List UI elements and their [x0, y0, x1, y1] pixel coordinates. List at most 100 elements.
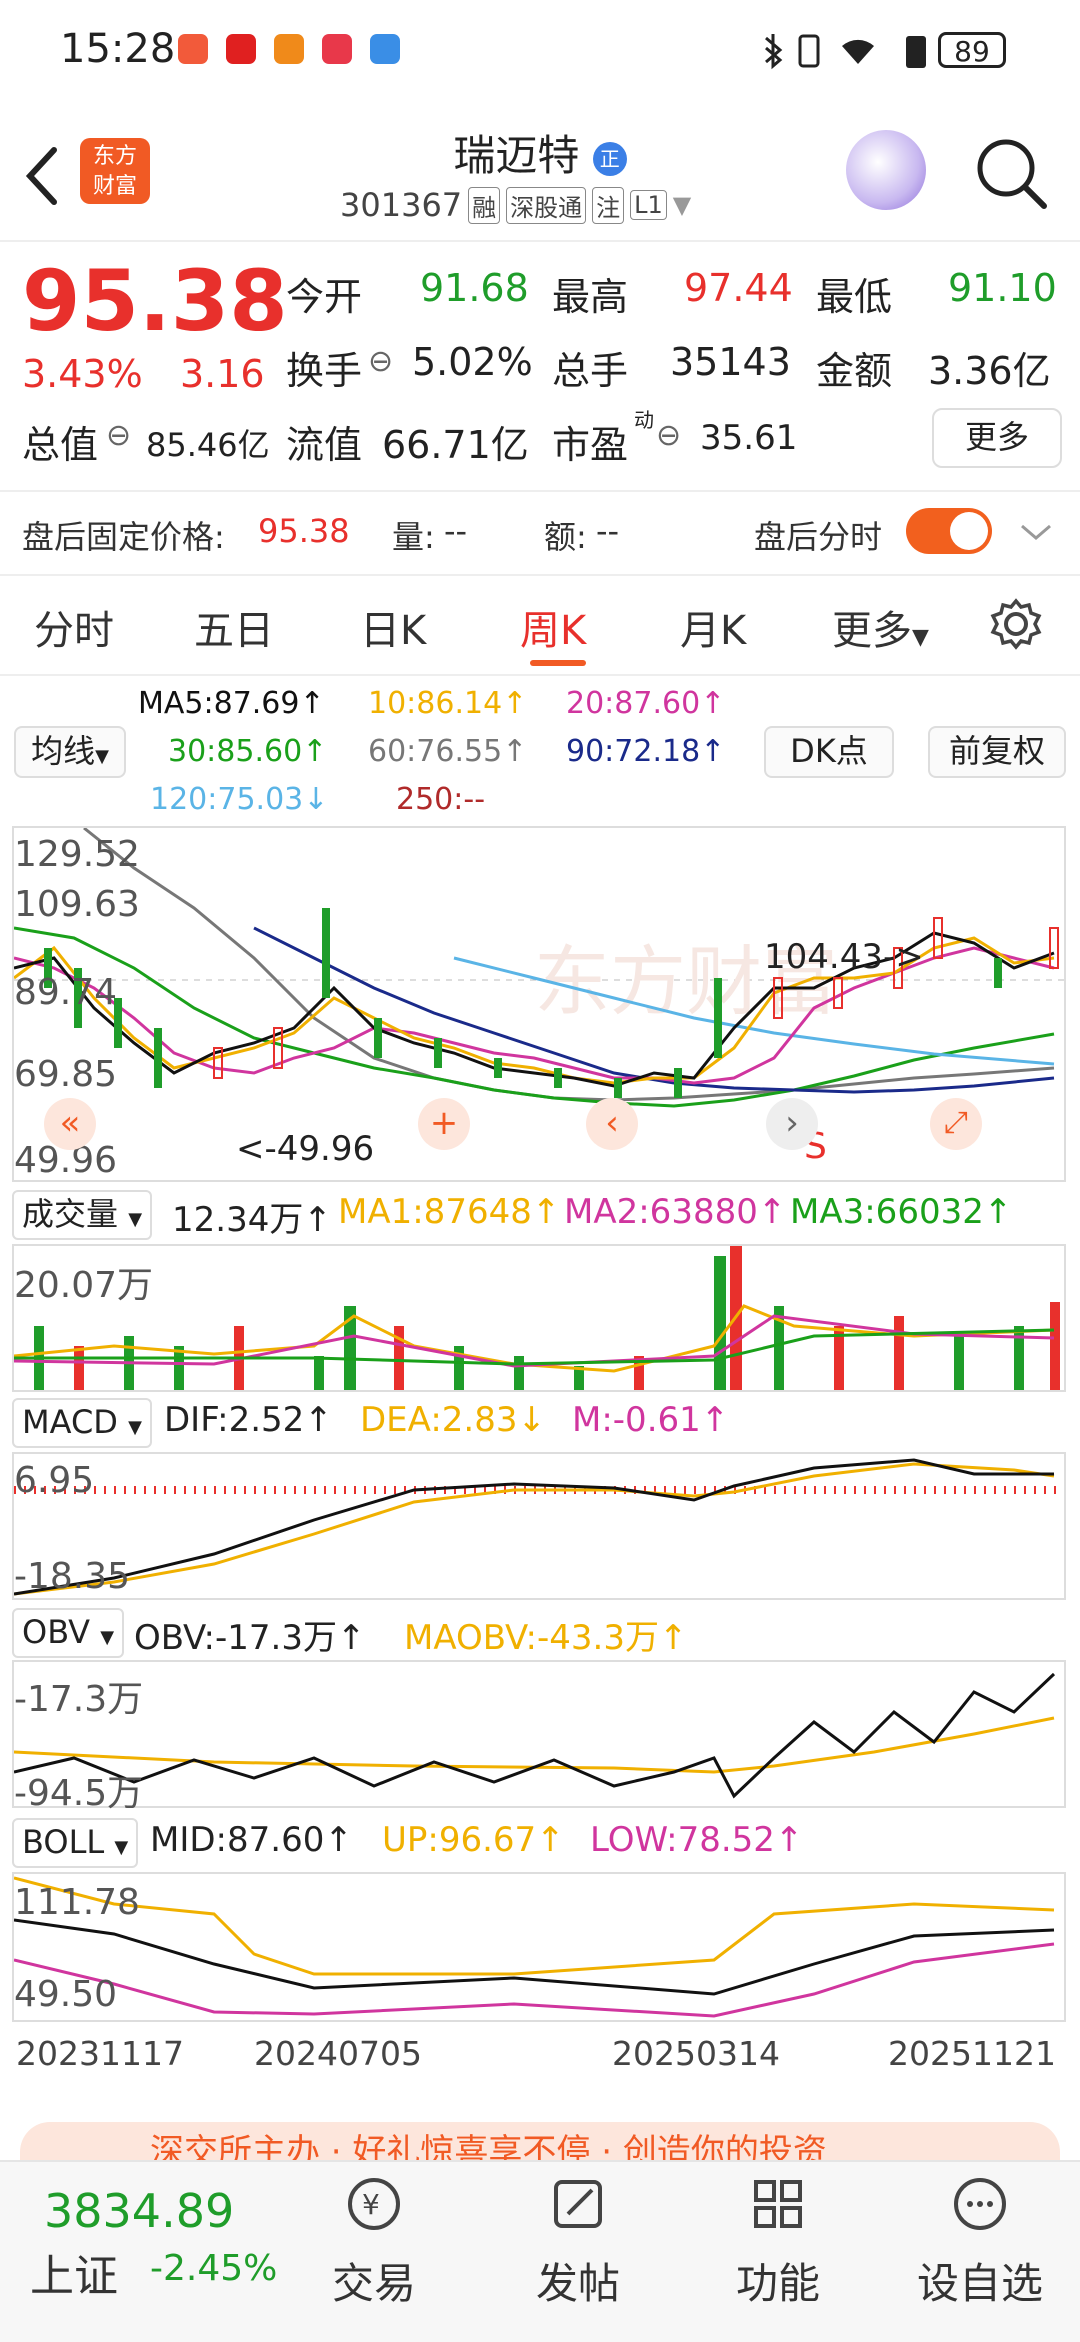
- tab-monthly-k[interactable]: 月K: [680, 598, 746, 656]
- more-dots-icon: [954, 2178, 1006, 2230]
- trade-icon: ¥: [348, 2178, 400, 2230]
- volume-panel[interactable]: 20.07万: [12, 1244, 1066, 1392]
- search-icon[interactable]: [974, 136, 1050, 212]
- info-icon[interactable]: ⊖: [656, 418, 681, 453]
- candle: [994, 958, 1002, 988]
- ma120-value: 120:75.03↓: [150, 782, 329, 817]
- dk-point-button[interactable]: DK点: [764, 726, 894, 778]
- edit-icon: [554, 2180, 602, 2228]
- tab-five-day[interactable]: 五日: [194, 598, 274, 656]
- chevron-down-icon[interactable]: [1018, 520, 1054, 544]
- active-tab-indicator: [530, 660, 586, 666]
- volume-current: 12.34万↑: [172, 1200, 332, 1240]
- boll-axis-top: 111.78: [14, 1882, 140, 1923]
- candle: [494, 1058, 502, 1078]
- nav-add-watchlist[interactable]: 设自选: [910, 2174, 1050, 2311]
- float-value: 66.71亿: [382, 423, 529, 467]
- candle: [322, 908, 330, 998]
- grid-icon: [754, 2180, 802, 2228]
- y-axis-label: 109.63: [14, 884, 140, 925]
- tab-intraday[interactable]: 分时: [34, 598, 114, 656]
- more-button[interactable]: 更多: [932, 408, 1062, 468]
- pe-value: 35.61: [700, 418, 798, 458]
- after-hours-amt: --: [596, 512, 620, 550]
- macd-axis-bottom: -18.35: [14, 1556, 131, 1597]
- date-label: 20240705: [254, 2034, 422, 2073]
- info-icon[interactable]: ⊖: [368, 344, 393, 379]
- obv-chart: [14, 1672, 1056, 1799]
- obv-selector[interactable]: OBV ▼: [12, 1608, 125, 1658]
- settings-gear-icon[interactable]: [990, 598, 1042, 650]
- verified-badge-icon: 正: [592, 141, 627, 176]
- index-name[interactable]: 上证: [30, 2240, 118, 2304]
- tab-weekly-k[interactable]: 周K: [520, 598, 586, 656]
- open-value: 91.68: [420, 266, 529, 310]
- volume-chart: [14, 1246, 1060, 1390]
- y-axis-label: 89.74: [14, 972, 118, 1013]
- volume-ma1: MA1:87648↑: [338, 1192, 561, 1232]
- battery-indicator: 89: [938, 32, 1006, 68]
- after-hours-toggle[interactable]: [906, 508, 992, 554]
- chevron-down-icon[interactable]: ▼: [673, 191, 691, 219]
- turnover-value: 5.02%: [412, 340, 533, 384]
- float-label: 流值: [286, 423, 363, 467]
- stock-code: 301367: [340, 186, 463, 224]
- boll-selector[interactable]: BOLL ▼: [12, 1818, 139, 1868]
- fullscreen-icon[interactable]: ⤢: [930, 1098, 982, 1150]
- open-label: 今开: [286, 275, 363, 319]
- ma90-value: 90:72.18↑: [566, 734, 726, 769]
- candle: [374, 1018, 382, 1058]
- high-value: 97.44: [684, 266, 793, 310]
- robot-assistant-icon[interactable]: [846, 130, 926, 210]
- obv-line: [14, 1672, 1056, 1799]
- macd-dea: DEA:2.83↓: [360, 1400, 546, 1440]
- amount-label: 金额: [816, 349, 893, 393]
- boll-up-line: [14, 1876, 1055, 1976]
- adjust-button[interactable]: 前复权: [928, 726, 1066, 778]
- nav-function[interactable]: 功能: [708, 2174, 848, 2311]
- chevron-left-icon[interactable]: ‹: [586, 1098, 638, 1150]
- pe-superscript: 动: [634, 408, 654, 432]
- after-hours-amt-label: 额:: [544, 518, 587, 556]
- volume-bars: [34, 1246, 1060, 1390]
- ma-selector[interactable]: 均线▼: [14, 726, 126, 778]
- boll-panel[interactable]: 111.78 49.50: [12, 1872, 1066, 2022]
- tab-more[interactable]: 更多▼: [832, 598, 929, 656]
- app-notification-icon: [178, 34, 208, 64]
- index-value[interactable]: 3834.89: [44, 2184, 234, 2238]
- volume-selector[interactable]: 成交量 ▼: [12, 1190, 153, 1240]
- nav-trade[interactable]: ¥ 交易: [304, 2174, 444, 2311]
- tag-margin: 融: [468, 186, 501, 224]
- ma30-value: 30:85.60↑: [168, 734, 328, 769]
- macd-panel[interactable]: 6.95 -18.35: [12, 1452, 1066, 1600]
- zoom-in-icon[interactable]: +: [418, 1098, 470, 1150]
- candle: [674, 1068, 682, 1098]
- obv-panel[interactable]: -17.3万 -94.5万: [12, 1660, 1066, 1814]
- ma60-value: 60:76.55↑: [368, 734, 528, 769]
- volume-ma3: MA3:66032↑: [790, 1192, 1013, 1232]
- macd-dif: DIF:2.52↑: [164, 1400, 333, 1440]
- kline-chart[interactable]: 东方财富 104.43-> <-49.96 S: [14, 828, 1064, 1180]
- status-bar: 15:28 89: [0, 0, 1080, 100]
- macd-selector[interactable]: MACD ▼: [12, 1398, 152, 1448]
- tag-level[interactable]: L1: [630, 190, 667, 220]
- tab-daily-k[interactable]: 日K: [360, 598, 426, 656]
- chevron-right-icon[interactable]: ›: [766, 1098, 818, 1150]
- after-hours-vol-label: 量:: [392, 518, 435, 556]
- tag-connect: 深股通: [506, 186, 587, 224]
- boll-chart: [14, 1876, 1055, 2018]
- macd-m: M:-0.61↑: [572, 1400, 730, 1440]
- info-icon[interactable]: ⊖: [106, 418, 131, 453]
- high-annotation: 104.43->: [764, 937, 924, 977]
- kline-panel[interactable]: 东方财富 104.43-> <-49.96 S 129.52 109.63 89…: [12, 826, 1066, 1182]
- scroll-left-icon[interactable]: «: [44, 1098, 96, 1150]
- ma20-value: 20:87.60↑: [566, 686, 726, 721]
- pe-label: 市盈: [552, 423, 629, 467]
- boll-axis-bottom: 49.50: [14, 1974, 118, 2015]
- nav-post[interactable]: 发帖: [508, 2174, 648, 2311]
- after-hours-toggle-label: 盘后分时: [754, 518, 883, 556]
- cloud-icon: [370, 34, 400, 64]
- bottom-nav: 3834.89 上证 -2.45% ¥ 交易 发帖 功能 设自选: [0, 2160, 1080, 2342]
- candle: [554, 1068, 562, 1088]
- index-change[interactable]: -2.45%: [150, 2248, 277, 2289]
